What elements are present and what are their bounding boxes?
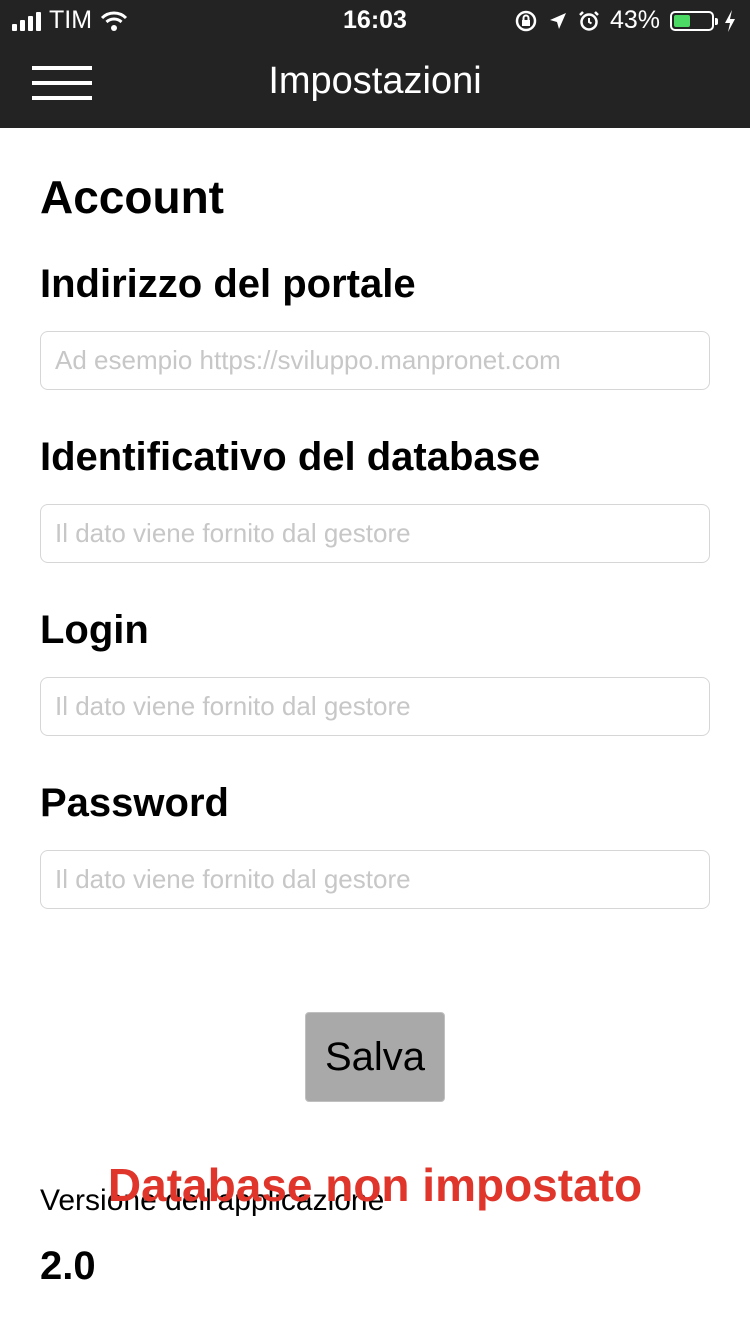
battery-icon [670, 10, 718, 31]
alarm-icon [579, 10, 599, 31]
page-title: Impostazioni [268, 60, 482, 102]
portal-label: Indirizzo del portale [40, 262, 416, 306]
status-right: 43% [514, 6, 736, 35]
charging-icon [725, 9, 735, 32]
error-message: Database non impostato [107, 1159, 643, 1211]
database-label: Identificativo del database [40, 435, 541, 479]
status-bar: TIM 16:03 43% [0, 0, 750, 40]
password-input[interactable] [40, 850, 710, 909]
battery-percent: 43% [609, 6, 660, 34]
location-icon [549, 12, 566, 29]
portal-url-input[interactable] [40, 331, 710, 390]
login-label: Login [40, 608, 149, 652]
section-title-account: Account [40, 171, 224, 223]
login-input[interactable] [40, 677, 710, 736]
version-value: 2.0 [40, 1244, 96, 1288]
app-header: TIM 16:03 43% Impostazioni [0, 0, 750, 128]
database-id-input[interactable] [40, 504, 710, 563]
password-label: Password [40, 781, 229, 825]
rotation-lock-icon [515, 10, 537, 31]
save-button[interactable]: Salva [305, 1012, 445, 1102]
